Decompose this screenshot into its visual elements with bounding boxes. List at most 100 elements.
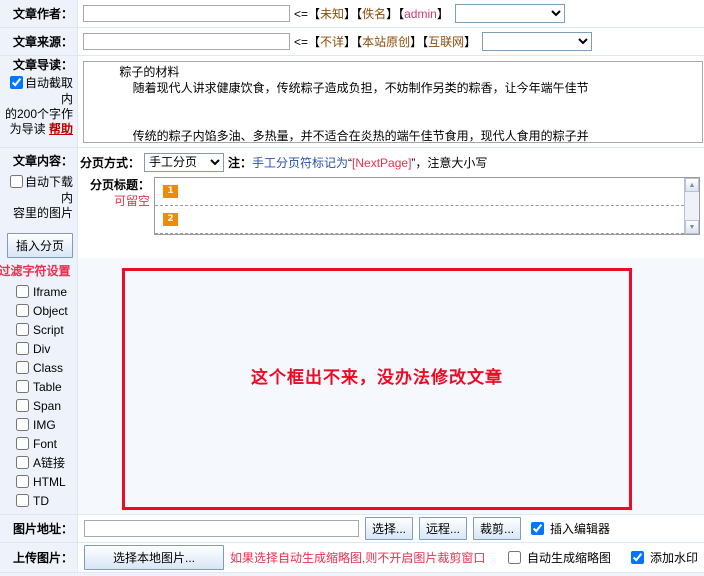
source-link-internet[interactable]: 互联网 bbox=[428, 35, 464, 49]
label-paging-mode: 分页方式： bbox=[80, 155, 141, 170]
filter-label-a-link: A链接 bbox=[33, 456, 66, 470]
image-url-input[interactable] bbox=[84, 520, 359, 537]
row-image-url: 图片地址： 选择... 远程... 裁剪... 插入编辑器 bbox=[0, 514, 704, 542]
label-article-content-group: 文章内容： 自动下载内 容里的图片 插入分页 bbox=[0, 148, 78, 258]
bottom-divider bbox=[0, 572, 704, 576]
page-titles-list: 1 2 ▲ ▼ bbox=[154, 177, 700, 235]
auto-download-note-line1: 自动下载内 bbox=[0, 172, 73, 206]
auto-summary-note-line3: 为导读 帮助 bbox=[9, 122, 73, 136]
filter-checkbox-img[interactable] bbox=[16, 418, 29, 431]
choose-image-button[interactable]: 选择... bbox=[365, 517, 414, 540]
author-link-anonymous[interactable]: 佚名 bbox=[362, 7, 386, 21]
author-link-admin[interactable]: admin bbox=[404, 7, 437, 21]
source-link-original[interactable]: 本站原创 bbox=[362, 35, 410, 49]
page-titles-block: 分页标题： 可留空 1 2 ▲ ▼ bbox=[80, 177, 700, 235]
filter-checkbox-td[interactable] bbox=[16, 494, 29, 507]
filter-label-span: Span bbox=[33, 398, 62, 413]
row-article-author: 文章作者： <=【未知】【佚名】【admin】 bbox=[0, 0, 704, 28]
filter-checkbox-a-link[interactable] bbox=[16, 456, 29, 469]
arrow-marker-source: <= bbox=[294, 35, 309, 49]
label-upload-image: 上传图片： bbox=[0, 543, 78, 572]
watermark-label: 添加水印 bbox=[649, 551, 698, 565]
arrow-marker-author: <= bbox=[294, 7, 309, 21]
page-titles-scrollbar[interactable]: ▲ ▼ bbox=[684, 178, 699, 234]
filter-item-html[interactable]: HTML bbox=[0, 472, 77, 491]
page-title-row: 1 bbox=[155, 178, 699, 206]
filter-checkbox-table[interactable] bbox=[16, 380, 29, 393]
filter-item-class[interactable]: Class bbox=[0, 358, 77, 377]
filter-checkbox-class[interactable] bbox=[16, 361, 29, 374]
page-title-row: 2 bbox=[155, 206, 699, 234]
filter-label-table: Table bbox=[33, 379, 62, 394]
insert-editor-checkbox[interactable] bbox=[531, 522, 545, 535]
thumbnail-note: 如果选择自动生成缩略图,则不开启图片裁剪窗口 bbox=[230, 551, 486, 565]
row-article-source: 文章来源： <=【不详】【本站原创】【互联网】 bbox=[0, 28, 704, 56]
filter-item-span[interactable]: Span bbox=[0, 396, 77, 415]
label-article-source: 文章来源： bbox=[0, 28, 78, 55]
filter-checkbox-span[interactable] bbox=[16, 399, 29, 412]
filter-checkbox-object[interactable] bbox=[16, 304, 29, 317]
filter-label-class: Class bbox=[33, 360, 64, 375]
author-select[interactable] bbox=[454, 4, 565, 23]
auto-thumbnail-toggle[interactable]: 自动生成缩略图 bbox=[504, 548, 611, 567]
filter-label-object: Object bbox=[33, 303, 68, 318]
source-select[interactable] bbox=[482, 32, 593, 51]
paging-note-tail: ，注意大小写 bbox=[415, 155, 488, 170]
filter-label-font: Font bbox=[33, 436, 58, 451]
row-article-summary: 文章导读： 自动截取内 的200个字作 为导读 帮助 粽子的材料 随着现代人讲求… bbox=[0, 56, 704, 148]
scroll-up-icon[interactable]: ▲ bbox=[685, 178, 699, 192]
insert-editor-toggle[interactable]: 插入编辑器 bbox=[527, 519, 610, 538]
editor-missing-message: 这个框出不来，没办法修改文章 bbox=[251, 367, 503, 387]
source-quicklinks: <=【不详】【本站原创】【互联网】 bbox=[294, 35, 477, 49]
source-link-unknown[interactable]: 不详 bbox=[320, 35, 344, 49]
author-link-unknown[interactable]: 未知 bbox=[320, 7, 344, 21]
filter-checkbox-iframe[interactable] bbox=[16, 285, 29, 298]
editor-missing-placeholder: 这个框出不来，没办法修改文章 bbox=[122, 268, 632, 510]
filter-checkbox-div[interactable] bbox=[16, 342, 29, 355]
watermark-checkbox[interactable] bbox=[630, 551, 644, 564]
auto-download-images-checkbox[interactable] bbox=[9, 175, 23, 188]
auto-summary-checkbox[interactable] bbox=[9, 76, 23, 89]
filter-label-iframe: Iframe bbox=[33, 284, 68, 299]
label-article-content: 文章内容： bbox=[12, 154, 73, 168]
insert-editor-label: 插入编辑器 bbox=[550, 522, 611, 536]
filter-item-font[interactable]: Font bbox=[0, 434, 77, 453]
auto-summary-note-line1: 自动截取内 bbox=[0, 73, 73, 107]
article-author-input[interactable] bbox=[83, 5, 290, 22]
article-source-input[interactable] bbox=[83, 33, 290, 50]
article-edit-form: 文章作者： <=【未知】【佚名】【admin】 文章来源： <=【不详】【本站原… bbox=[0, 0, 704, 576]
article-summary-textarea[interactable]: 粽子的材料 随着现代人讲求健康饮食，传统粽子造成负担，不妨制作另类的粽香，让今年… bbox=[83, 61, 703, 143]
auto-thumbnail-checkbox[interactable] bbox=[507, 551, 521, 564]
filter-label-html: HTML bbox=[33, 474, 66, 489]
label-article-author: 文章作者： bbox=[0, 0, 78, 27]
help-link[interactable]: 帮助 bbox=[49, 122, 73, 136]
filter-item-script[interactable]: Script bbox=[0, 320, 77, 339]
filter-item-iframe[interactable]: Iframe bbox=[0, 282, 77, 301]
label-image-url: 图片地址： bbox=[0, 515, 78, 542]
filter-checkbox-font[interactable] bbox=[16, 437, 29, 450]
filter-item-table[interactable]: Table bbox=[0, 377, 77, 396]
scroll-down-icon[interactable]: ▼ bbox=[685, 220, 699, 234]
page-title-input-2[interactable] bbox=[182, 208, 699, 231]
paging-mode-row: 分页方式： 手工分页 注：手工分页符标记为“[NextPage]”，注意大小写 bbox=[80, 151, 700, 173]
label-page-title: 分页标题： bbox=[89, 178, 150, 192]
paging-mode-select[interactable]: 手工分页 bbox=[144, 152, 225, 172]
watermark-toggle[interactable]: 添加水印 bbox=[627, 548, 698, 567]
crop-image-button[interactable]: 裁剪... bbox=[473, 517, 522, 540]
filter-item-img[interactable]: IMG bbox=[0, 415, 77, 434]
filter-item-td[interactable]: TD bbox=[0, 491, 77, 510]
filter-label-td: TD bbox=[33, 493, 49, 508]
label-page-title-group: 分页标题： 可留空 bbox=[80, 177, 154, 209]
page-title-input-1[interactable] bbox=[182, 180, 699, 203]
insert-page-break-button[interactable]: 插入分页 bbox=[7, 233, 73, 258]
filter-item-object[interactable]: Object bbox=[0, 301, 77, 320]
label-article-summary: 文章导读： bbox=[12, 58, 73, 72]
remote-image-button[interactable]: 远程... bbox=[419, 517, 468, 540]
row-upload-image: 上传图片： 选择本地图片... 如果选择自动生成缩略图,则不开启图片裁剪窗口 自… bbox=[0, 542, 704, 572]
filter-item-div[interactable]: Div bbox=[0, 339, 77, 358]
choose-local-image-button[interactable]: 选择本地图片... bbox=[84, 545, 224, 570]
label-article-summary-group: 文章导读： 自动截取内 的200个字作 为导读 帮助 bbox=[0, 56, 78, 147]
filter-item-a-link[interactable]: A链接 bbox=[0, 453, 77, 472]
filter-checkbox-script[interactable] bbox=[16, 323, 29, 336]
filter-checkbox-html[interactable] bbox=[16, 475, 29, 488]
